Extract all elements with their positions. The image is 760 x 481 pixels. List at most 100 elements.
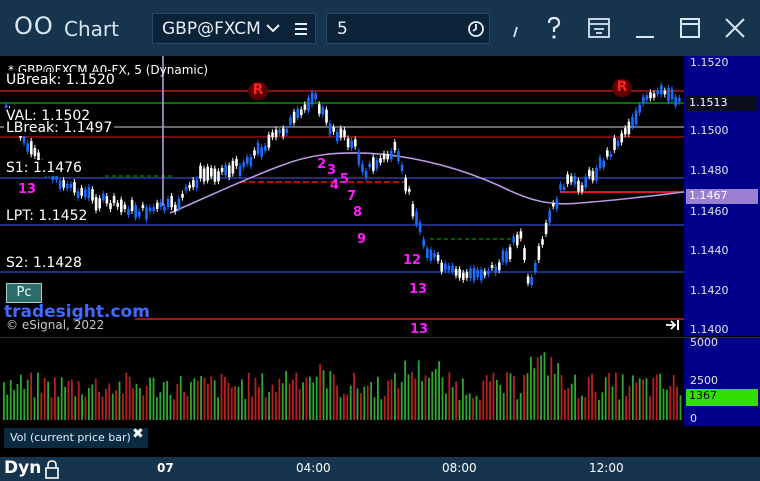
- candle-body: [307, 97, 310, 112]
- help-icon[interactable]: [541, 15, 567, 41]
- close-icon[interactable]: ✖: [132, 426, 144, 442]
- volume-axis[interactable]: 5000 2500 0: [684, 336, 760, 426]
- volume-bar: [190, 382, 192, 420]
- candle-body: [238, 165, 242, 177]
- candle-body: [134, 205, 137, 218]
- candle-body: [300, 109, 303, 116]
- candle-body: [361, 164, 364, 173]
- candle-body: [66, 183, 69, 189]
- candle-body: [382, 153, 386, 160]
- volume-bar: [353, 372, 355, 420]
- draw-icon[interactable]: [504, 15, 530, 41]
- candle-body: [62, 180, 65, 188]
- candle-body: [372, 157, 375, 171]
- volume-bar: [445, 393, 447, 420]
- volume-legend[interactable]: Vol (current price bar): [4, 428, 148, 448]
- volume-bar: [581, 395, 583, 420]
- volume-bar: [278, 378, 281, 420]
- price-tick: 1.1440: [690, 244, 729, 257]
- interval-input[interactable]: 5: [337, 19, 348, 39]
- volume-bar: [615, 372, 617, 420]
- candle-body: [436, 254, 440, 261]
- volume-bar: [666, 389, 668, 420]
- volume-bar: [156, 397, 158, 420]
- candle-body: [94, 197, 98, 211]
- volume-bar: [47, 381, 49, 420]
- menu-icon[interactable]: [293, 21, 309, 37]
- candle-body: [400, 164, 404, 172]
- volume-bar: [183, 391, 185, 420]
- volume-bar: [268, 391, 270, 420]
- time-tick: 12:00: [589, 461, 624, 475]
- count-label: 9: [357, 232, 367, 247]
- candle-body: [645, 95, 649, 101]
- candle-body: [426, 248, 429, 259]
- volume-bar: [496, 379, 498, 420]
- candle-body: [577, 180, 580, 192]
- volume-bar: [264, 397, 267, 420]
- volume-bar: [513, 376, 515, 420]
- current-volume-tag: 1367: [686, 389, 758, 406]
- candle-body: [490, 265, 494, 269]
- volume-bar: [428, 377, 430, 420]
- candle-body: [256, 142, 260, 154]
- count-label: 2: [317, 157, 327, 172]
- clock-icon[interactable]: [467, 20, 485, 38]
- candle-body: [638, 104, 641, 113]
- price-tick: 1.1500: [690, 124, 729, 137]
- symbol-selector[interactable]: GBP@FXCM: [152, 13, 316, 44]
- volume-bar: [43, 377, 46, 420]
- volume-bar: [407, 374, 410, 420]
- volume-bar: [54, 377, 56, 420]
- candle-body: [433, 253, 436, 258]
- pc-button[interactable]: Pc: [6, 283, 42, 303]
- candle-body: [339, 128, 343, 138]
- window-icon[interactable]: [586, 15, 612, 41]
- candle-body: [199, 165, 202, 179]
- candle-body: [318, 104, 321, 114]
- volume-bar: [411, 372, 413, 420]
- volume-bar: [105, 388, 107, 420]
- price-chart[interactable]: [0, 56, 685, 336]
- lock-icon[interactable]: [42, 459, 62, 479]
- count-label: 13: [409, 282, 428, 297]
- volume-bar: [489, 381, 491, 420]
- scroll-end-icon[interactable]: [664, 318, 682, 332]
- time-axis[interactable]: Dyn 07 04:00 08:00 12:00: [0, 457, 760, 481]
- candle-body: [494, 266, 497, 273]
- volume-chart[interactable]: [0, 338, 684, 426]
- candle-body: [570, 176, 573, 183]
- volume-bar: [16, 383, 19, 420]
- candle-body: [116, 202, 119, 207]
- candle-body: [145, 207, 148, 220]
- price-tick: 1.1520: [690, 56, 729, 69]
- volume-bar: [251, 396, 253, 420]
- close-icon[interactable]: [722, 15, 748, 41]
- candle-body: [195, 179, 199, 189]
- volume-bar: [506, 372, 508, 420]
- minimize-icon[interactable]: [632, 15, 658, 41]
- maximize-icon[interactable]: [677, 15, 703, 41]
- candle-body: [429, 249, 433, 261]
- volume-bar: [329, 370, 332, 420]
- volume-bar: [458, 399, 461, 420]
- volume-bar: [71, 379, 73, 420]
- interval-selector[interactable]: 5: [326, 13, 490, 44]
- volume-bar: [258, 386, 260, 420]
- volume-bar: [669, 385, 672, 420]
- chevron-down-icon[interactable]: [265, 20, 281, 36]
- volume-bar: [441, 377, 444, 420]
- volume-bar: [81, 394, 83, 420]
- candle-body: [231, 160, 235, 174]
- candle-body: [670, 89, 674, 100]
- volume-bar: [567, 388, 570, 420]
- candle-body: [76, 191, 80, 198]
- volume-bar: [557, 362, 559, 420]
- symbol-input[interactable]: GBP@FXCM: [162, 19, 260, 39]
- volume-bar: [305, 377, 308, 420]
- volume-bar: [662, 388, 665, 420]
- volume-bar: [40, 392, 43, 420]
- candle-body: [346, 138, 350, 148]
- candle-body: [649, 92, 652, 99]
- price-plot[interactable]: * GBP@FXCM A0-FX, 5 (Dynamic) UBreak: 1.…: [0, 56, 685, 337]
